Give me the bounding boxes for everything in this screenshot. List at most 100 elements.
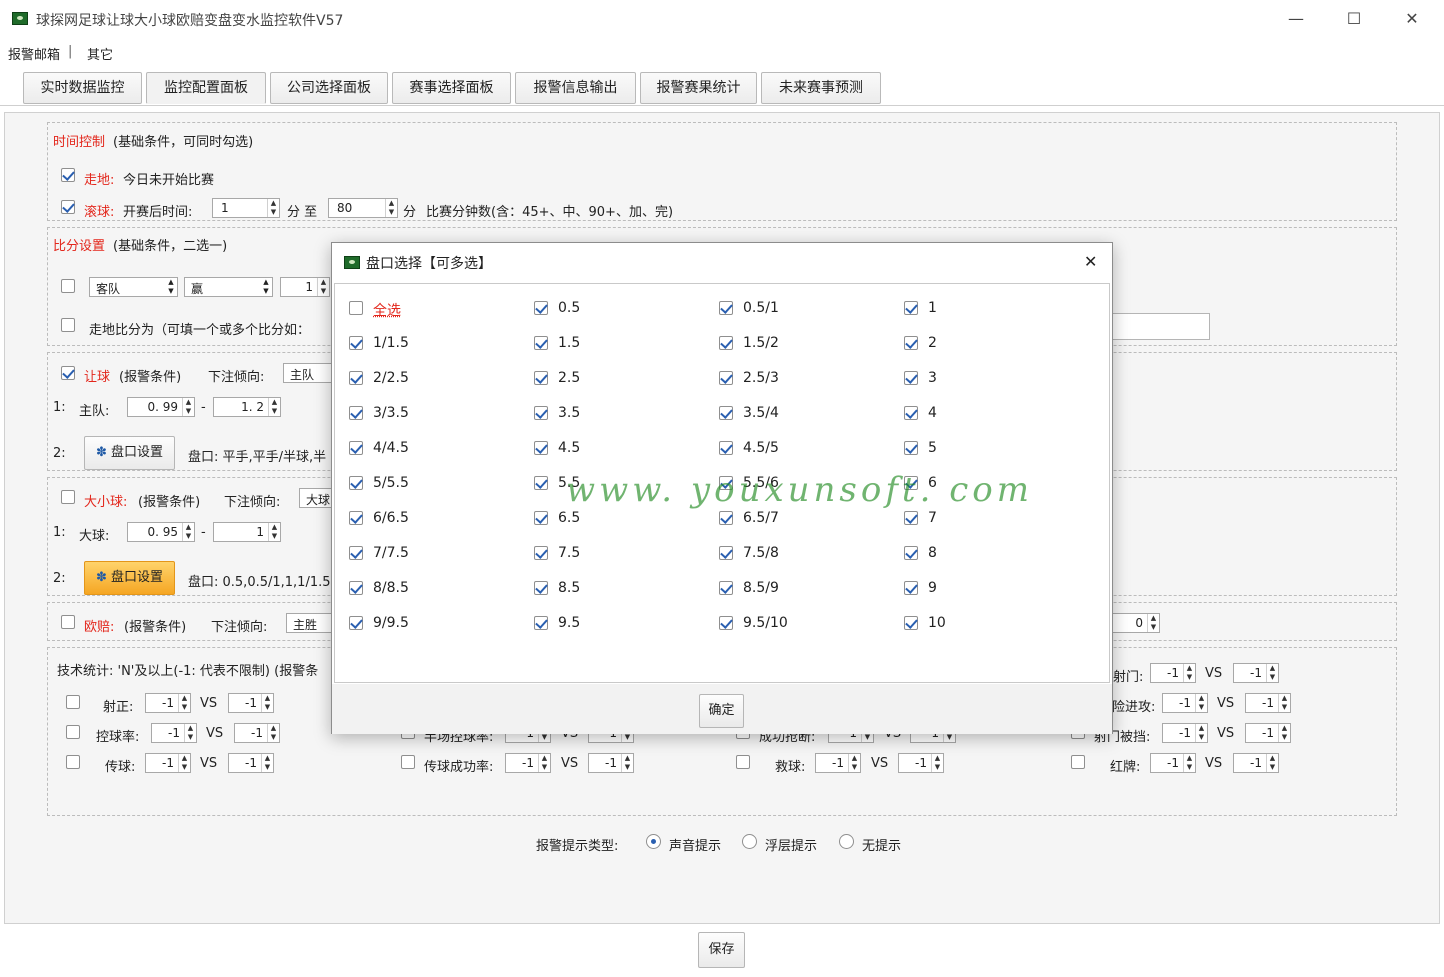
tech-stepper[interactable]: -1▲▼ xyxy=(815,753,861,773)
stepper-arrows-icon[interactable]: ▲▼ xyxy=(1183,754,1195,772)
tab-alert-stats[interactable]: 报警赛果统计 xyxy=(640,72,757,104)
pan-option-checkbox[interactable] xyxy=(904,406,918,420)
pan-option-checkbox[interactable] xyxy=(904,511,918,525)
stepper-arrows-icon[interactable]: ▲▼ xyxy=(1183,664,1195,682)
pan-option-checkbox[interactable] xyxy=(719,371,733,385)
euro-checkbox[interactable] xyxy=(61,615,75,629)
pan-option-checkbox[interactable] xyxy=(904,546,918,560)
tech-stepper[interactable]: -1▲▼ xyxy=(505,753,551,773)
score-number-stepper[interactable]: 1 ▲ ▼ xyxy=(280,277,330,297)
menu-other[interactable]: 其它 xyxy=(87,44,113,63)
save-button[interactable]: 保存 xyxy=(698,932,745,968)
handicap-min-stepper[interactable]: 0. 99 ▲ ▼ xyxy=(127,397,195,417)
tech-stepper[interactable]: -1▲▼ xyxy=(1245,693,1291,713)
stepper-arrows-icon[interactable]: ▲▼ xyxy=(267,199,279,217)
overunder-max-stepper[interactable]: 1 ▲ ▼ xyxy=(213,522,281,542)
overunder-pan-settings-button[interactable]: ✽ 盘口设置 xyxy=(84,561,175,595)
tab-monitor-config[interactable]: 监控配置面板 xyxy=(146,72,266,104)
overunder-min-stepper[interactable]: 0. 95 ▲ ▼ xyxy=(127,522,195,542)
handicap-pan-settings-button[interactable]: ✽ 盘口设置 xyxy=(84,436,175,470)
pan-option-checkbox[interactable] xyxy=(534,546,548,560)
stepper-arrows-icon[interactable]: ▲▼ xyxy=(1266,754,1278,772)
select-arrows-icon[interactable]: ▲ ▼ xyxy=(260,278,272,296)
score-checkbox[interactable] xyxy=(61,279,75,293)
stepper-arrows-icon[interactable]: ▲▼ xyxy=(1278,724,1290,742)
alert-sound-radio[interactable] xyxy=(646,834,661,849)
tech-stepper[interactable]: -1▲▼ xyxy=(898,753,944,773)
stepper-arrows-icon[interactable]: ▲▼ xyxy=(1195,694,1207,712)
pan-option-checkbox[interactable] xyxy=(534,301,548,315)
stepper-arrows-icon[interactable]: ▲▼ xyxy=(178,754,190,772)
stepper-arrows-icon[interactable]: ▲▼ xyxy=(317,278,329,296)
tab-match[interactable]: 赛事选择面板 xyxy=(392,72,511,104)
pan-option-checkbox[interactable] xyxy=(349,476,363,490)
pan-option-checkbox[interactable] xyxy=(349,581,363,595)
tab-realtime[interactable]: 实时数据监控 xyxy=(23,72,142,104)
pan-option-checkbox[interactable] xyxy=(719,581,733,595)
stepper-arrows-icon[interactable]: ▲▼ xyxy=(268,398,280,416)
stepper-arrows-icon[interactable]: ▲▼ xyxy=(184,724,196,742)
pan-option-checkbox[interactable] xyxy=(349,441,363,455)
pan-option-checkbox[interactable] xyxy=(904,301,918,315)
pan-option-checkbox[interactable] xyxy=(904,371,918,385)
pan-option-checkbox[interactable] xyxy=(349,406,363,420)
stepper-arrows-icon[interactable]: ▲▼ xyxy=(1195,724,1207,742)
stepper-arrows-icon[interactable]: ▲▼ xyxy=(1278,694,1290,712)
pan-option-checkbox[interactable] xyxy=(719,616,733,630)
tech-pass-checkbox[interactable] xyxy=(66,755,80,769)
overunder-checkbox[interactable] xyxy=(61,490,75,504)
stepper-arrows-icon[interactable]: ▲▼ xyxy=(267,724,279,742)
minimize-button[interactable]: — xyxy=(1276,6,1316,32)
dialog-ok-button[interactable]: 确定 xyxy=(699,694,744,728)
tech-pass-success-checkbox[interactable] xyxy=(401,755,415,769)
stepper-arrows-icon[interactable]: ▲▼ xyxy=(385,199,397,217)
stepper-arrows-icon[interactable]: ▲▼ xyxy=(182,398,194,416)
stepper-arrows-icon[interactable]: ▲▼ xyxy=(182,523,194,541)
pan-option-checkbox[interactable] xyxy=(534,371,548,385)
pan-option-checkbox[interactable] xyxy=(534,616,548,630)
zoudi-checkbox[interactable] xyxy=(61,168,75,182)
stepper-arrows-icon[interactable]: ▲▼ xyxy=(538,754,550,772)
tab-company[interactable]: 公司选择面板 xyxy=(270,72,388,104)
tech-stepper[interactable]: -1▲▼ xyxy=(1233,753,1279,773)
stepper-arrows-icon[interactable]: ▲▼ xyxy=(848,754,860,772)
result-select[interactable]: 赢 ▲ ▼ xyxy=(184,277,273,297)
stepper-arrows-icon[interactable]: ▲▼ xyxy=(1147,614,1159,632)
pan-option-checkbox[interactable] xyxy=(534,336,548,350)
tech-stepper[interactable]: -1▲▼ xyxy=(234,723,280,743)
tech-stepper[interactable]: -1▲▼ xyxy=(1162,723,1208,743)
stepper-arrows-icon[interactable]: ▲▼ xyxy=(1266,664,1278,682)
tech-stepper[interactable]: -1▲▼ xyxy=(145,753,191,773)
tech-shots-on-target-checkbox[interactable] xyxy=(66,695,80,709)
pan-option-checkbox[interactable] xyxy=(349,546,363,560)
tab-future[interactable]: 未来赛事预测 xyxy=(761,72,881,104)
pan-option-checkbox[interactable] xyxy=(534,441,548,455)
tech-stepper[interactable]: -1▲▼ xyxy=(1245,723,1291,743)
tech-save-checkbox[interactable] xyxy=(736,755,750,769)
pan-option-checkbox[interactable] xyxy=(349,371,363,385)
alert-overlay-radio[interactable] xyxy=(742,834,757,849)
tech-stepper[interactable]: -1▲▼ xyxy=(145,693,191,713)
pan-option-checkbox[interactable] xyxy=(904,441,918,455)
close-button[interactable]: ✕ xyxy=(1392,6,1432,32)
tech-stepper[interactable]: -1▲▼ xyxy=(1233,663,1279,683)
maximize-button[interactable]: ☐ xyxy=(1334,6,1374,32)
select-all-checkbox[interactable] xyxy=(349,301,363,315)
tech-stepper[interactable]: -1▲▼ xyxy=(1162,693,1208,713)
pan-option-checkbox[interactable] xyxy=(719,336,733,350)
pan-option-checkbox[interactable] xyxy=(534,406,548,420)
pan-option-checkbox[interactable] xyxy=(349,616,363,630)
team-select[interactable]: 客队 ▲ ▼ xyxy=(89,277,178,297)
dialog-close-icon[interactable]: ✕ xyxy=(1084,252,1097,271)
alert-none-radio[interactable] xyxy=(839,834,854,849)
pan-option-checkbox[interactable] xyxy=(534,581,548,595)
pan-option-checkbox[interactable] xyxy=(719,546,733,560)
tech-stepper[interactable]: -1▲▼ xyxy=(1150,663,1196,683)
handicap-max-stepper[interactable]: 1. 2 ▲ ▼ xyxy=(213,397,281,417)
stepper-arrows-icon[interactable]: ▲▼ xyxy=(261,754,273,772)
pan-option-checkbox[interactable] xyxy=(349,336,363,350)
menu-alert-email[interactable]: 报警邮箱 xyxy=(8,44,60,63)
tech-stepper[interactable]: -1▲▼ xyxy=(228,693,274,713)
pan-option-checkbox[interactable] xyxy=(534,511,548,525)
zoudi-score-checkbox[interactable] xyxy=(61,318,75,332)
